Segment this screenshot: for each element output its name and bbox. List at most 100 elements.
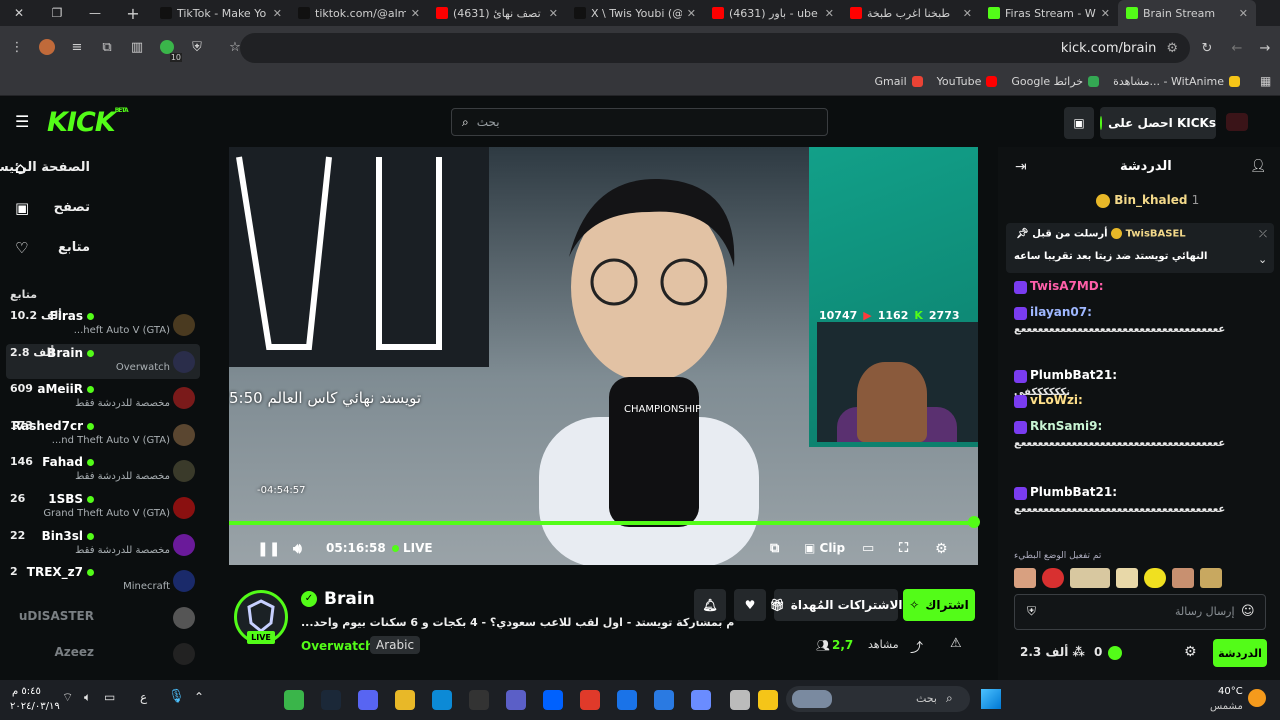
tab-close-icon[interactable]: ✕ — [963, 7, 972, 20]
app-icon[interactable] — [730, 690, 750, 710]
store-icon-button[interactable]: ▣ — [1064, 107, 1094, 139]
taskbar-search[interactable]: ⌕ بحث — [786, 686, 970, 712]
user-avatar[interactable] — [1226, 113, 1248, 131]
volume-icon[interactable]: 🔊︎ — [293, 541, 302, 557]
tab-close-icon[interactable]: ✕ — [1101, 7, 1110, 20]
browser-tab[interactable]: Firas Stream - W ✕ — [980, 0, 1118, 26]
followed-channel[interactable]: Brain Overwatch 2.8 ألف — [6, 343, 200, 379]
bookmark-item[interactable]: YouTube — [937, 75, 998, 88]
fullscreen-icon[interactable]: ⛶ — [899, 541, 908, 556]
menu-dots-icon[interactable]: ⋮ — [6, 36, 28, 58]
forward-icon[interactable]: → — [1254, 37, 1276, 59]
chat-username[interactable]: PlumbBat21: — [1030, 485, 1117, 499]
followed-channel[interactable]: Bin3sl مخصصة للدردشة فقط 22 — [6, 527, 200, 562]
followed-channel[interactable]: aMeiiR مخصصة للدردشة فقط 609 — [6, 380, 200, 415]
microphone-icon[interactable]: 🎙︎ — [168, 689, 185, 704]
tab-close-icon[interactable]: ✕ — [687, 7, 696, 20]
clip-button[interactable]: ▣ Clip — [804, 541, 845, 555]
chat-message[interactable]: PlumbBat21: ععععععععععععععععععععععععععععع… — [1014, 485, 1260, 515]
app-red-icon[interactable] — [580, 690, 600, 710]
bookmark-item[interactable]: مشاهدة... - WitAnime — [1113, 75, 1240, 88]
notifications-button[interactable]: 🔔︎ — [694, 589, 726, 621]
close-window-icon[interactable]: ✕ — [0, 6, 38, 20]
new-tab-button[interactable]: + — [114, 4, 152, 23]
theater-mode-icon[interactable]: ▭ — [862, 541, 874, 556]
followed-channel[interactable]: 1SBS Grand Theft Auto V (GTA) 26 — [6, 490, 200, 525]
battery-icon[interactable]: ▭ — [104, 690, 115, 704]
followed-channel[interactable]: Fahad مخصصة للدردشة فقط 146 — [6, 453, 200, 488]
bookmark-item[interactable]: Gmail — [875, 75, 923, 88]
wifi-icon[interactable]: ⌔ — [62, 690, 73, 705]
extensions-icon[interactable]: ⧉ — [96, 36, 118, 58]
chat-username[interactable]: TwisA7MD: — [1030, 279, 1104, 293]
extension-icon[interactable]: ▥ — [126, 36, 148, 58]
hamburger-menu-icon[interactable]: ☰ — [15, 112, 29, 131]
followed-channel[interactable]: Rashed7cr ...nd Theft Auto V (GTA) 173 — [6, 417, 200, 452]
dropbox-icon[interactable] — [543, 690, 563, 710]
pinned-message[interactable]: ⤫ 📌︎ أرسلت من قبل TwisBASEL النهائي تويس… — [1006, 223, 1274, 273]
tab-close-icon[interactable]: ✕ — [273, 7, 282, 20]
get-kicks-button[interactable]: احصل على KICKs — [1100, 107, 1216, 139]
live-indicator[interactable]: LIVE — [392, 541, 433, 555]
browser-tab[interactable]: X \ Twis Youbi (@ ✕ — [566, 0, 704, 26]
chat-username[interactable]: ilayan07: — [1030, 305, 1092, 319]
language-tag[interactable]: Arabic — [370, 636, 421, 654]
browser-tab[interactable]: طبخنا اغرب طبخة ✕ — [842, 0, 980, 26]
url-bar[interactable]: kick.com/brain ⚙ — [240, 33, 1190, 63]
outlook-icon[interactable] — [617, 690, 637, 710]
browser-tab[interactable]: TikTok - Make Yo ✕ — [152, 0, 290, 26]
chrome-icon[interactable] — [395, 690, 415, 710]
chat-message[interactable]: RknSami9: ععععععععععععععععععععععععععععععع… — [1014, 419, 1260, 449]
seek-knob[interactable] — [968, 516, 980, 528]
xbox-icon[interactable] — [284, 690, 304, 710]
teams-icon[interactable] — [506, 690, 526, 710]
followed-channel[interactable]: Azeez — [6, 636, 200, 671]
browser-tab[interactable]: (4631) باور - ube ✕ — [704, 0, 842, 26]
start-button[interactable] — [981, 689, 1001, 709]
chat-message[interactable]: ilayan07: ععععععععععععععععععععععععععععععع… — [1014, 305, 1260, 335]
language-indicator[interactable]: ع — [140, 690, 147, 704]
seek-bar[interactable] — [229, 521, 978, 525]
pause-icon[interactable]: ❚❚ — [257, 541, 280, 557]
chat-username[interactable]: vLoWzi: — [1030, 393, 1083, 407]
sidebar-nav-item[interactable]: ⌂الصفحة الرئيسية — [0, 152, 210, 182]
pip-icon[interactable]: ⧉ — [770, 541, 779, 556]
tray-expand-icon[interactable]: ⌃ — [194, 690, 204, 704]
share-icon[interactable]: ⤴ — [910, 637, 923, 656]
shield-icon[interactable]: ⛨ — [186, 36, 208, 58]
sidebar-nav-item[interactable]: ♡ متابع — [0, 232, 210, 262]
category-link[interactable]: Overwatch — [301, 639, 374, 653]
follow-heart-button[interactable]: ♥ — [734, 589, 766, 621]
unpin-icon[interactable]: ⤫ — [1259, 229, 1267, 240]
chat-users-icon[interactable]: 👤︎ — [1250, 159, 1267, 174]
browser-tab[interactable]: tiktok.com/@alm ✕ — [290, 0, 428, 26]
chat-username[interactable]: RknSami9: — [1030, 419, 1102, 433]
followed-channel[interactable]: TREX_z7 Minecraft 2 — [6, 563, 200, 598]
back-icon[interactable]: ← — [1226, 37, 1248, 59]
tab-close-icon[interactable]: ✕ — [411, 7, 420, 20]
weather-icon[interactable] — [1248, 689, 1266, 707]
extension-badge-icon[interactable]: 10 — [156, 36, 182, 62]
reload-icon[interactable]: ↻ — [1196, 37, 1218, 59]
apps-grid-icon[interactable]: ▦ — [1260, 74, 1271, 88]
discord-icon[interactable] — [358, 690, 378, 710]
emoji-icon[interactable]: ☺ — [1241, 604, 1255, 619]
expand-title-icon[interactable]: ⌄ — [638, 616, 647, 629]
followed-channel[interactable]: uDISASTER — [6, 600, 200, 635]
tab-close-icon[interactable]: ✕ — [549, 7, 558, 20]
tab-close-icon[interactable]: ✕ — [1239, 7, 1248, 20]
video-player[interactable]: CHAMPIONSHIP 10747 ▶ 1162 K 2773 تويستد نهائ… — [229, 147, 978, 565]
report-icon[interactable]: ⚠ — [950, 636, 962, 651]
chat-message[interactable]: vLoWzi: — [1014, 393, 1260, 408]
expand-pinned-icon[interactable]: ⌄ — [1258, 253, 1267, 266]
chat-input[interactable]: ☺ إرسال رسالة ⛨ — [1014, 594, 1266, 630]
speaker-icon[interactable]: 🔈︎ — [84, 690, 91, 705]
site-settings-icon[interactable]: ⚙ — [1166, 41, 1178, 56]
minimize-window-icon[interactable]: — — [76, 6, 114, 20]
followed-channel[interactable]: Firas ...heft Auto V (GTA) 10.2 ألف — [6, 307, 200, 342]
send-chat-button[interactable]: الدردشة — [1213, 639, 1267, 667]
kick-logo[interactable]: KICKBETA — [47, 107, 129, 138]
chat-message[interactable]: TwisA7MD: — [1014, 279, 1260, 294]
browser-tab[interactable]: Brain Stream ✕ — [1118, 0, 1256, 26]
tab-close-icon[interactable]: ✕ — [825, 7, 834, 20]
